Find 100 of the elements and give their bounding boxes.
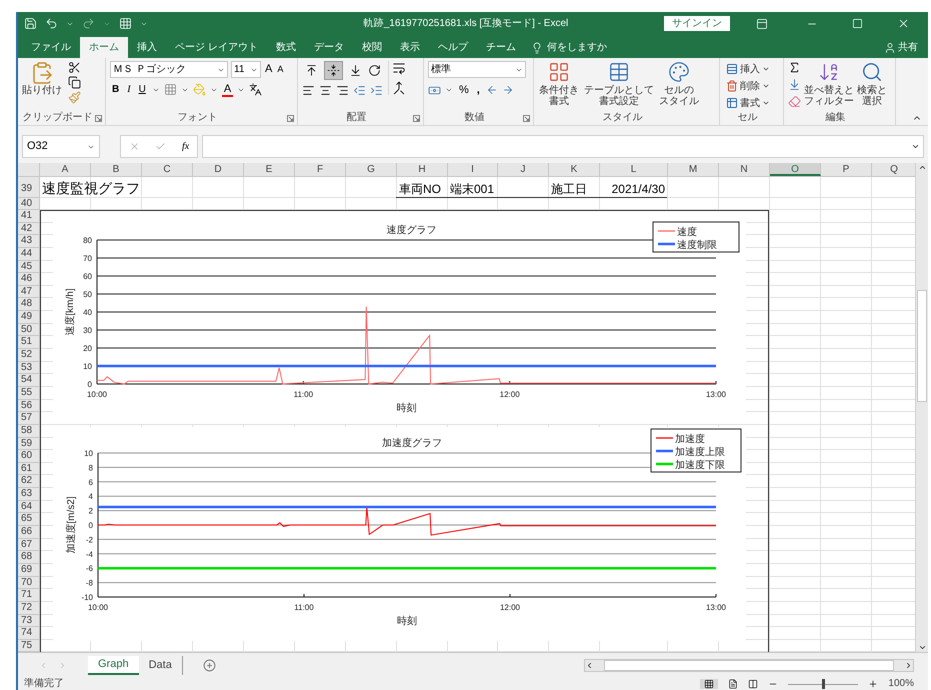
close-icon[interactable] <box>897 17 910 30</box>
row-header[interactable]: 63 <box>18 488 40 501</box>
column-header[interactable]: C <box>142 163 193 176</box>
row-header[interactable]: 58 <box>18 424 40 438</box>
vertical-align-button[interactable] <box>324 61 343 80</box>
row-header[interactable]: 45 <box>18 260 40 274</box>
page-break-view-icon[interactable] <box>748 679 758 689</box>
cell-command-button[interactable]: 書式 <box>724 95 772 111</box>
row-header[interactable]: 74 <box>18 627 40 640</box>
autosum-icon[interactable] <box>788 61 801 74</box>
column-header[interactable]: I <box>448 163 498 176</box>
row-header[interactable]: 42 <box>18 222 40 236</box>
font-color-button[interactable]: A <box>222 82 234 96</box>
align-center-icon[interactable] <box>319 84 332 97</box>
row-header[interactable]: 66 <box>18 526 40 539</box>
chart-area[interactable]: 加速度グラフ -10 -8 -6 -4 -2 0 2 4 6 8 10 10:00 11:00 12:00 13:00 時刻 加速度[m/s2] 加速度 加速度上限 加速度下限 <box>53 427 746 641</box>
row-header[interactable]: 73 <box>18 614 40 628</box>
row-header[interactable]: 71 <box>18 589 40 602</box>
row-header[interactable]: 75 <box>18 640 40 652</box>
row-header[interactable]: 52 <box>18 349 40 362</box>
style-button[interactable]: 条件付き 書式 <box>538 61 580 107</box>
row-header[interactable]: 70 <box>18 576 40 590</box>
row-header[interactable]: 41 <box>18 210 40 223</box>
ribbon-tab[interactable]: ファイル <box>22 37 80 58</box>
vertical-scrollbar[interactable] <box>915 163 928 652</box>
scroll-right-icon[interactable] <box>904 661 913 670</box>
indent-increase-icon[interactable] <box>370 84 383 97</box>
expand-icon[interactable] <box>911 142 920 151</box>
column-header[interactable]: E <box>244 163 295 176</box>
row-header[interactable]: 53 <box>18 362 40 374</box>
row-header[interactable]: 51 <box>18 336 40 350</box>
column-header[interactable]: G <box>346 163 397 176</box>
scroll-thumb[interactable] <box>604 660 894 671</box>
ribbon-tab[interactable]: データ <box>304 37 353 58</box>
cut-icon[interactable] <box>68 61 81 74</box>
cell-command-button[interactable]: 削除 <box>724 78 772 94</box>
name-box[interactable]: O32 <box>22 135 100 158</box>
orientation-icon[interactable] <box>368 64 381 77</box>
style-button[interactable]: テーブルとして 書式設定 <box>583 61 655 107</box>
row-header[interactable]: 44 <box>18 248 40 261</box>
scroll-left-icon[interactable] <box>585 661 594 670</box>
row-header[interactable]: 69 <box>18 564 40 577</box>
column-header[interactable]: B <box>91 163 142 176</box>
row-header[interactable]: 60 <box>18 450 40 463</box>
column-header[interactable]: K <box>549 163 600 176</box>
row-header[interactable]: 50 <box>18 324 40 336</box>
ribbon-tab[interactable]: 表示 <box>390 37 429 58</box>
cell-command-button[interactable]: 挿入 <box>724 61 772 77</box>
zoom-slider[interactable] <box>788 679 858 689</box>
row-header[interactable]: 43 <box>18 235 40 248</box>
row-header[interactable]: 59 <box>18 438 40 450</box>
dialog-launcher-icon[interactable] <box>523 115 530 122</box>
row-header[interactable]: 46 <box>18 273 40 286</box>
touch-mode-icon[interactable] <box>119 17 132 30</box>
italic-button[interactable]: I <box>125 82 133 97</box>
zoom-in-icon[interactable] <box>868 679 878 689</box>
underline-button[interactable]: U <box>136 82 148 97</box>
merge-icon[interactable] <box>392 81 406 95</box>
share-button[interactable]: 共有 <box>884 37 918 58</box>
row-header[interactable]: 64 <box>18 500 40 514</box>
row-header[interactable]: 57 <box>18 412 40 425</box>
row-header[interactable]: 40 <box>18 198 40 210</box>
column-header[interactable]: D <box>193 163 244 176</box>
zoom-level[interactable]: 100% <box>888 678 914 690</box>
ribbon-tab[interactable]: ホーム <box>80 37 128 58</box>
fill-icon[interactable] <box>788 78 801 91</box>
formula-input[interactable] <box>202 135 924 158</box>
horizontal-scrollbar[interactable] <box>584 659 914 672</box>
comma-button[interactable]: , <box>474 82 482 98</box>
shrink-font-button[interactable]: A <box>276 62 284 76</box>
fill-color-icon[interactable] <box>192 83 206 96</box>
copy-icon[interactable] <box>68 76 81 89</box>
ribbon-tab[interactable]: 数式 <box>266 37 305 58</box>
dialog-launcher-icon[interactable] <box>413 115 420 122</box>
row-header[interactable]: 72 <box>18 602 40 614</box>
ribbon-tab[interactable]: チーム <box>476 37 525 58</box>
ribbon-tab[interactable]: ヘルプ <box>428 37 477 58</box>
row-header[interactable]: 56 <box>18 400 40 412</box>
column-header[interactable]: P <box>821 163 872 176</box>
row-header[interactable]: 61 <box>18 462 40 476</box>
column-header[interactable]: H <box>397 163 448 176</box>
number-format-field[interactable]: 標準 <box>428 61 526 78</box>
style-button[interactable]: セルの スタイル <box>658 61 700 107</box>
dialog-launcher-icon[interactable] <box>287 115 294 122</box>
page-layout-view-icon[interactable] <box>728 679 738 689</box>
align-right-icon[interactable] <box>336 84 349 97</box>
column-header[interactable]: M <box>668 163 719 176</box>
scroll-up-icon[interactable] <box>918 163 926 172</box>
wrap-text-icon[interactable] <box>392 61 406 75</box>
zoom-slider-thumb[interactable] <box>822 679 826 689</box>
insert-function-button[interactable]: fx <box>182 139 190 154</box>
ribbon-tab[interactable]: ページ レイアウト <box>166 37 267 58</box>
normal-view-icon[interactable] <box>704 679 714 689</box>
indent-decrease-icon[interactable] <box>353 84 366 97</box>
lightbulb-icon[interactable] <box>530 42 543 54</box>
row-header[interactable]: 65 <box>18 513 40 526</box>
phonetic-icon[interactable] <box>249 83 262 96</box>
ribbon-tab[interactable]: 挿入 <box>128 37 166 58</box>
row-header[interactable]: 55 <box>18 386 40 400</box>
row-header[interactable]: 49 <box>18 311 40 324</box>
